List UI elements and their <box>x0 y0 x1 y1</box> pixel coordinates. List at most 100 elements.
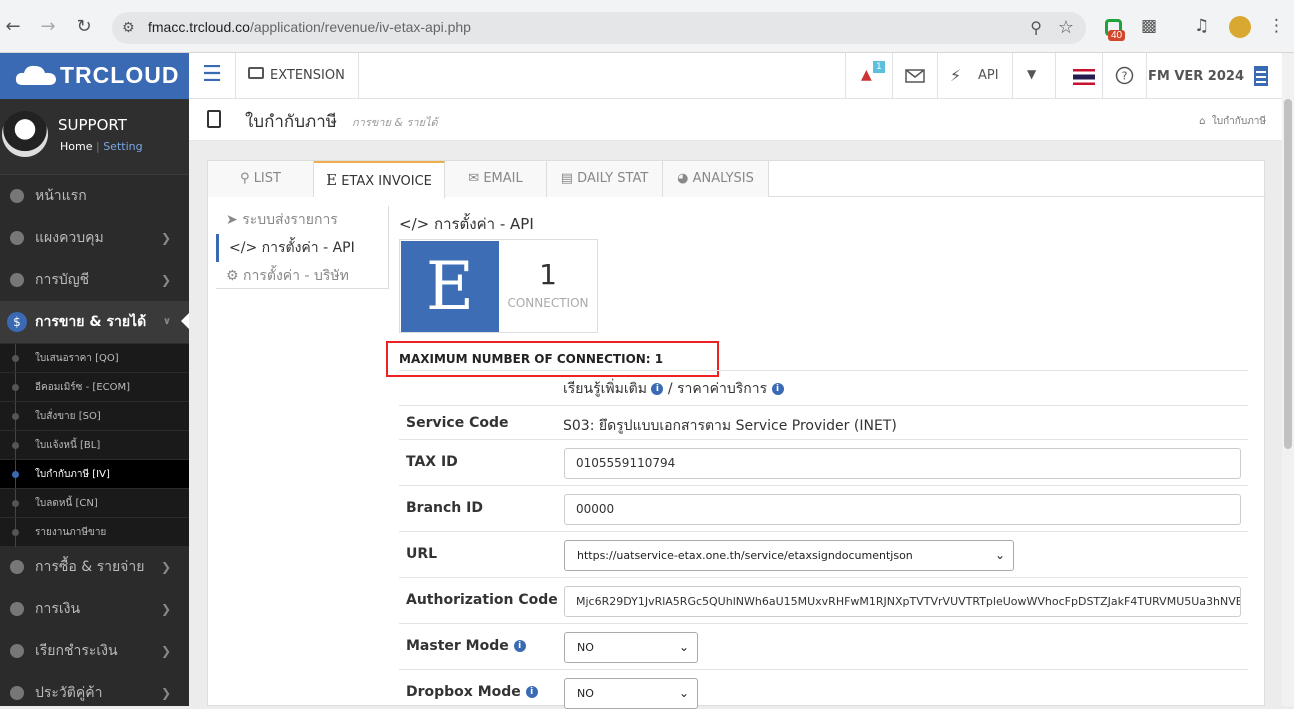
calendar-icon <box>10 602 24 616</box>
chevron-down-icon: ⌄ <box>678 686 689 700</box>
auth-code-input[interactable]: Mjc6R29DY1JvRlA5RGc5QUhlNWh6aU15MUxvRHFw… <box>564 586 1241 617</box>
bullet-icon <box>12 529 19 536</box>
branch-id-input[interactable]: 00000 <box>564 494 1241 525</box>
dropbox-mode-label: Dropbox Mode i <box>406 684 538 700</box>
sidebar-item-finance[interactable]: การเงิน ❯ <box>0 588 189 630</box>
nav-api-settings[interactable]: </> การตั้งค่า - API <box>216 234 388 262</box>
service-code-label: Service Code <box>406 415 509 431</box>
pie-chart-icon: ◕ <box>677 171 689 186</box>
sidebar-item-contacts[interactable]: ประวัติคู่ค้า ❯ <box>0 672 189 706</box>
envelope-icon: ✉ <box>468 171 480 186</box>
nav-send-system[interactable]: ➤ ระบบส่งรายการ <box>216 206 388 234</box>
info-icon[interactable]: i <box>651 383 664 395</box>
master-mode-row: Master Mode i NO ⌄ <box>399 623 1248 669</box>
chevron-right-icon: ❯ <box>160 602 171 616</box>
chevron-right-icon: ❯ <box>160 231 171 245</box>
page-title: ใบกำกับภาษี <box>245 112 337 132</box>
avatar[interactable] <box>2 111 48 157</box>
info-icon[interactable]: i <box>771 383 784 395</box>
tab-analysis[interactable]: ◕ ANALYSIS <box>663 161 769 197</box>
tax-id-input[interactable]: 0105559110794 <box>564 448 1241 479</box>
tab-label: DAILY STAT <box>577 171 649 186</box>
home-link[interactable]: Home <box>60 140 92 153</box>
setting-link[interactable]: Setting <box>103 140 142 153</box>
submenu-ecommerce[interactable]: อีคอมเมิร์ซ - [ECOM] <box>0 372 189 402</box>
dropbox-mode-select[interactable]: NO ⌄ <box>564 678 698 709</box>
forward-icon[interactable]: → <box>37 16 59 38</box>
media-icon[interactable]: ♫ <box>1194 16 1209 36</box>
version-label: FM VER 2024 <box>1147 69 1244 84</box>
sidebar-item-collection[interactable]: เรียกชำระเงิน ❯ <box>0 630 189 672</box>
contact-icon <box>10 686 24 700</box>
plug-icon: ⚡ <box>950 66 962 85</box>
extension-menu[interactable]: EXTENSION <box>236 53 359 99</box>
submenu-credit-note[interactable]: ใบลดหนี้ [CN] <box>0 488 189 518</box>
api-menu[interactable]: ⚡ API <box>937 53 1012 99</box>
site-info-icon[interactable]: ⚙ <box>122 20 135 36</box>
submenu-sales-tax-report[interactable]: รายงานภาษีขาย <box>0 517 189 547</box>
dropdown-button[interactable]: ▼ <box>1012 53 1055 99</box>
address-bar[interactable]: ⚙ fmacc.trcloud.co/application/revenue/i… <box>112 12 1086 44</box>
scrollbar-thumb[interactable] <box>1284 99 1292 449</box>
version-menu[interactable]: FM VER 2024 <box>1146 53 1282 99</box>
chevron-right-icon: ❯ <box>160 273 171 287</box>
tab-list[interactable]: ⚲ LIST <box>208 161 314 197</box>
url-path: /application/revenue/iv-etax-api.php <box>249 19 471 35</box>
credit-card-icon <box>10 644 24 658</box>
puzzle-icon[interactable]: ▩ <box>1141 16 1157 36</box>
settings-nav: ➤ ระบบส่งรายการ </> การตั้งค่า - API ⚙ ก… <box>216 206 389 289</box>
submenu-invoice[interactable]: ใบกำกับภาษี [IV] <box>0 459 189 489</box>
language-switch[interactable] <box>1055 53 1102 99</box>
url-row: URL https://uatservice-etax.one.th/servi… <box>399 531 1248 577</box>
master-mode-select[interactable]: NO ⌄ <box>564 632 698 663</box>
tab-email[interactable]: ✉ EMAIL <box>445 161 547 197</box>
etax-logo: E <box>401 241 499 332</box>
page-scrollbar[interactable] <box>1282 53 1294 706</box>
tab-etax-invoice[interactable]: E ETAX INVOICE <box>314 161 445 198</box>
sidebar-item-sales[interactable]: $ การขาย & รายได้ ∨ <box>0 301 189 343</box>
tax-id-label: TAX ID <box>406 454 458 470</box>
home-icon[interactable]: ⌂ <box>1199 116 1205 127</box>
mail-button[interactable] <box>892 53 937 99</box>
url-select[interactable]: https://uatservice-etax.one.th/service/e… <box>564 540 1014 571</box>
master-mode-text: Master Mode <box>406 638 509 654</box>
breadcrumb-item[interactable]: ใบกำกับภาษี <box>1212 116 1266 127</box>
url-domain: fmacc.trcloud.co <box>148 19 250 35</box>
brand-logo[interactable]: TRCLOUD <box>0 53 189 99</box>
bullet-icon <box>12 384 19 391</box>
back-icon[interactable]: ← <box>2 16 24 38</box>
announcement-button[interactable]: ▲ 1 <box>845 53 892 99</box>
sidebar-item-home[interactable]: หน้าแรก <box>0 175 189 217</box>
chevron-right-icon: ❯ <box>160 686 171 700</box>
submenu-sales-order[interactable]: ใบสั่งขาย [SO] <box>0 401 189 431</box>
pricing-link[interactable]: ราคาค่าบริการ <box>677 381 767 397</box>
zoom-icon[interactable]: ⚲ <box>1030 18 1042 37</box>
sidebar-item-label: ประวัติคู่ค้า <box>35 685 103 701</box>
hamburger-icon[interactable]: ☰ <box>189 53 236 99</box>
reload-icon[interactable]: ↻ <box>73 16 95 38</box>
submenu-quotation[interactable]: ใบเสนอราคา [QO] <box>0 343 189 373</box>
sidebar-item-label: การเงิน <box>35 601 81 617</box>
monitor-icon <box>10 231 24 245</box>
submenu-label: อีคอมเมิร์ซ - [ECOM] <box>35 382 131 393</box>
kebab-menu-icon[interactable]: ⋮ <box>1268 16 1285 36</box>
info-icon[interactable]: i <box>525 686 538 698</box>
tab-daily-stat[interactable]: ▤ DAILY STAT <box>547 161 663 197</box>
extension-label: EXTENSION <box>270 68 345 83</box>
learn-more-link[interactable]: เรียนรู้เพิ่มเติม <box>563 381 647 397</box>
bookmark-star-icon[interactable]: ☆ <box>1058 17 1074 38</box>
sidebar-item-label: หน้าแรก <box>35 188 87 204</box>
info-icon[interactable]: i <box>513 640 526 652</box>
sidebar-item-dashboard[interactable]: แผงควบคุม ❯ <box>0 217 189 259</box>
help-button[interactable]: ? <box>1102 53 1146 99</box>
nav-company-settings[interactable]: ⚙ การตั้งค่า - บริษัท <box>216 262 388 290</box>
master-mode-value: NO <box>577 641 594 654</box>
link-separator: | <box>95 140 100 153</box>
master-mode-label: Master Mode i <box>406 638 526 654</box>
submenu-billing[interactable]: ใบแจ้งหนี้ [BL] <box>0 430 189 460</box>
sidebar-item-accounting[interactable]: การบัญชี ❯ <box>0 259 189 301</box>
tab-label: LIST <box>253 171 281 186</box>
document-icon <box>207 110 221 128</box>
sidebar-item-purchase[interactable]: การซื้อ & รายจ่าย ❯ <box>0 546 189 588</box>
profile-avatar[interactable] <box>1229 16 1251 38</box>
